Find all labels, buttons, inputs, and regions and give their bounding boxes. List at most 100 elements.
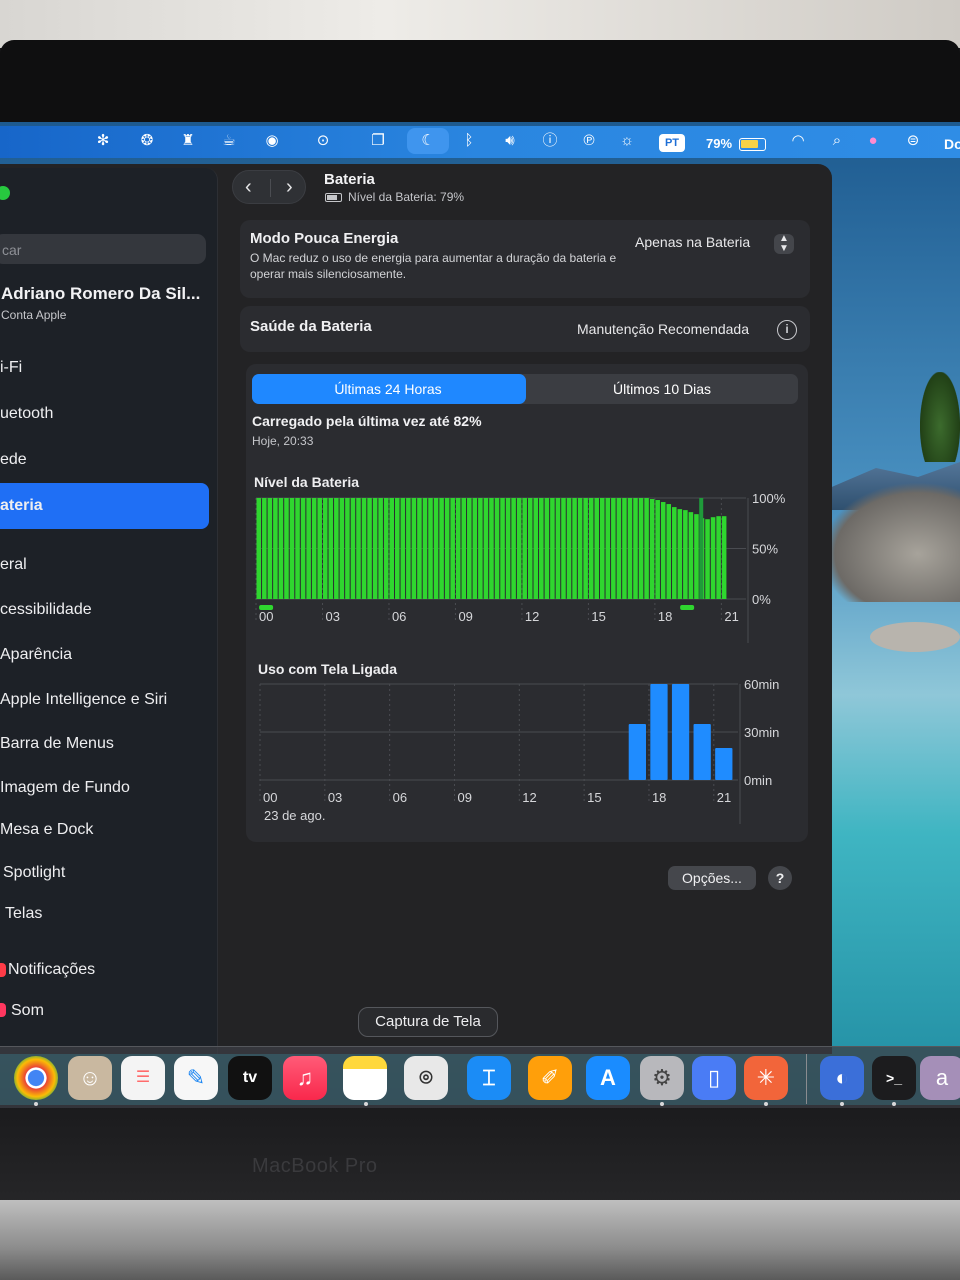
running-indicator (892, 1102, 896, 1106)
simulator-icon[interactable]: ▯ (692, 1056, 736, 1100)
freeform-icon[interactable]: ✎ (174, 1056, 218, 1100)
sidebar-item-bluetooth[interactable]: uetooth (0, 399, 53, 429)
charging-marker (680, 605, 695, 610)
battery-level-bar (666, 504, 672, 599)
account-name[interactable]: Adriano Romero Da Sil... (1, 284, 200, 304)
battery-level-bar (627, 498, 633, 599)
battery-level-bar (566, 498, 572, 599)
battery-level-bar (455, 498, 461, 599)
perplexity-icon[interactable]: ✻ (92, 131, 114, 151)
vpn-icon[interactable]: ⊙ (312, 131, 334, 151)
app-a-icon[interactable]: a (920, 1056, 960, 1100)
battery-level-bar (633, 498, 638, 599)
appletv-icon[interactable]: tv (228, 1056, 272, 1100)
battery-level-bar (278, 498, 284, 599)
accessibility-icon[interactable]: ⓘ (539, 131, 561, 151)
battery-level-bar (289, 498, 295, 599)
android-icon[interactable]: ♜ (177, 131, 199, 151)
sidebar-item-siri[interactable]: Apple Intelligence e Siri (0, 685, 167, 715)
wifi-icon[interactable]: ◠ (786, 131, 810, 151)
volume-icon[interactable]: 🔊︎ (497, 131, 523, 151)
keynote-icon[interactable]: ⌶ (467, 1056, 511, 1100)
sidebar-item-notifications[interactable]: Notificações (8, 955, 95, 985)
sidebar-item-appearance[interactable]: Aparência (0, 640, 72, 670)
battery-level-bar (472, 498, 478, 599)
control-center-icon[interactable]: ⊜ (902, 131, 924, 151)
battery-level-bar (400, 498, 406, 599)
x-tick-label: 21 (717, 790, 731, 805)
hearing-icon[interactable]: ℗ (578, 131, 600, 151)
running-indicator (34, 1102, 38, 1106)
sidebar-item-wallpaper[interactable]: Imagem de Fundo (0, 773, 130, 803)
menu-clock[interactable]: Do (944, 136, 960, 152)
contacts-icon[interactable]: ☺ (68, 1056, 112, 1100)
running-indicator (764, 1102, 768, 1106)
battery-level-bar (306, 498, 311, 599)
sidebar-item-accessibility[interactable]: cessibilidade (0, 595, 92, 625)
screenshot-icon[interactable]: ⌾ (404, 1056, 448, 1100)
sidebar-item-dock[interactable]: Mesa e Dock (0, 815, 93, 845)
battery-level-bar (577, 498, 583, 599)
x-tick-label: 18 (652, 790, 666, 805)
chrome-icon[interactable] (14, 1056, 58, 1100)
terminal-icon[interactable]: >_ (872, 1056, 916, 1100)
device-label: MacBook Pro (252, 1155, 378, 1177)
notes-icon[interactable] (343, 1056, 387, 1100)
battery-level-bar (350, 498, 356, 599)
bluetooth-icon[interactable]: ᛒ (460, 131, 478, 151)
y-tick-label: 100% (752, 491, 786, 506)
reminders-icon[interactable]: ☰ (121, 1056, 165, 1100)
focus-moon-icon[interactable]: ☾ (407, 128, 449, 154)
battery-level-bar (527, 498, 533, 599)
battery-level-bar (311, 498, 317, 599)
pages-icon[interactable]: ✐ (528, 1056, 572, 1100)
sidebar-item-displays[interactable]: Telas (5, 899, 42, 929)
battery-level-bar (467, 498, 472, 599)
system-settings-icon[interactable]: ⚙ (640, 1056, 684, 1100)
battery-level-bar (439, 498, 444, 599)
battery-level-bar (611, 498, 616, 599)
battery-percent[interactable]: 79% (706, 136, 732, 151)
sidebar-item-battery[interactable]: ateria (0, 491, 43, 521)
search-input[interactable] (0, 234, 206, 264)
x-tick-label: 00 (259, 609, 273, 624)
sidebar-item-spotlight[interactable]: Spotlight (3, 858, 65, 888)
battery-level-bar (705, 519, 710, 599)
sidebar-item-menubar[interactable]: Barra de Menus (0, 729, 114, 759)
chatgpt-icon[interactable]: ❂ (136, 131, 158, 151)
battery-level-bar (389, 498, 395, 599)
search-icon[interactable]: ⌕ (826, 131, 848, 151)
battery-level-bar (555, 498, 561, 599)
battery-level-bar (716, 516, 721, 599)
battery-level-bar (672, 507, 677, 599)
sidebar-item-sound[interactable]: Som (11, 996, 44, 1026)
sidebar-item-network[interactable]: ede (0, 445, 27, 475)
finder-icon[interactable]: ◐ (820, 1056, 864, 1100)
battery-level-bar (677, 509, 683, 599)
battery-icon[interactable] (739, 138, 766, 151)
battery-level-bar (395, 498, 400, 599)
dock-separator (806, 1054, 807, 1104)
battery-level-bar (710, 517, 716, 599)
claude-icon[interactable]: ✳ (744, 1056, 788, 1100)
music-icon[interactable]: ♫ (283, 1056, 327, 1100)
battery-level-bar (572, 498, 577, 599)
x-tick-label: 12 (522, 790, 536, 805)
sidebar-item-wifi[interactable]: i-Fi (0, 353, 22, 383)
coffee-icon[interactable]: ☕ (217, 131, 241, 151)
running-indicator (364, 1102, 368, 1106)
x-tick-label: 09 (458, 609, 472, 624)
brightness-icon[interactable]: ☼ (614, 131, 640, 151)
input-source-badge[interactable]: PT (659, 134, 685, 152)
record-icon[interactable]: ◉ (260, 131, 284, 151)
battery-level-bar (317, 498, 322, 599)
appstore-icon[interactable]: A (586, 1056, 630, 1100)
windows-icon[interactable]: ❐ (366, 131, 390, 151)
window-zoom-button[interactable] (0, 186, 10, 200)
running-indicator (840, 1102, 844, 1106)
options-button[interactable]: Opções... (668, 866, 756, 890)
sidebar-item-general[interactable]: eral (0, 550, 27, 580)
help-button[interactable]: ? (768, 866, 792, 890)
siri-icon[interactable]: ● (862, 131, 884, 151)
battery-level-bar (522, 498, 527, 599)
